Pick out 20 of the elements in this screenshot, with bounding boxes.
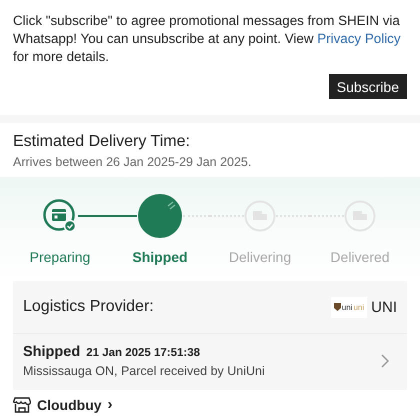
delivery-title: Estimated Delivery Time: [13, 133, 191, 151]
provider-name: UNI [371, 298, 397, 316]
event-status: Shipped [23, 344, 80, 360]
step-label: Preparing [30, 249, 90, 265]
store-icon [13, 396, 31, 412]
store-arrow[interactable]: › [108, 396, 113, 413]
event-time: 21 Jan 2025 17:51:38 [86, 347, 200, 359]
step-label: Shipped [132, 249, 188, 265]
tracking-event-row[interactable]: Shipped 21 Jan 2025 17:51:38 Mississauga ON, Parcel received by UniUni [13, 334, 407, 390]
step-label: Delivering [228, 249, 292, 265]
store-name[interactable]: Cloudbuy [37, 396, 102, 412]
subscribe-button[interactable]: Subscribe [328, 74, 407, 99]
event-detail: Mississauga ON, Parcel received by UniUni [23, 364, 265, 378]
delivery-range: Arrives between 26 Jan 2025-29 Jan 2025. [13, 155, 252, 169]
chevron-right-icon [381, 354, 389, 368]
step-label: Delivered [330, 249, 390, 265]
logistics-label: Logistics Provider: [23, 298, 154, 316]
subscribe-notice: Click "subscribe" to agree promotional messages from SHEIN via Whatsapp! You can unsubscribe at any point. View Privacy Policy for more details. [13, 12, 402, 66]
privacy-policy-link[interactable]: Privacy Policy [317, 31, 401, 46]
carrier-logo: uniuni [330, 296, 368, 318]
